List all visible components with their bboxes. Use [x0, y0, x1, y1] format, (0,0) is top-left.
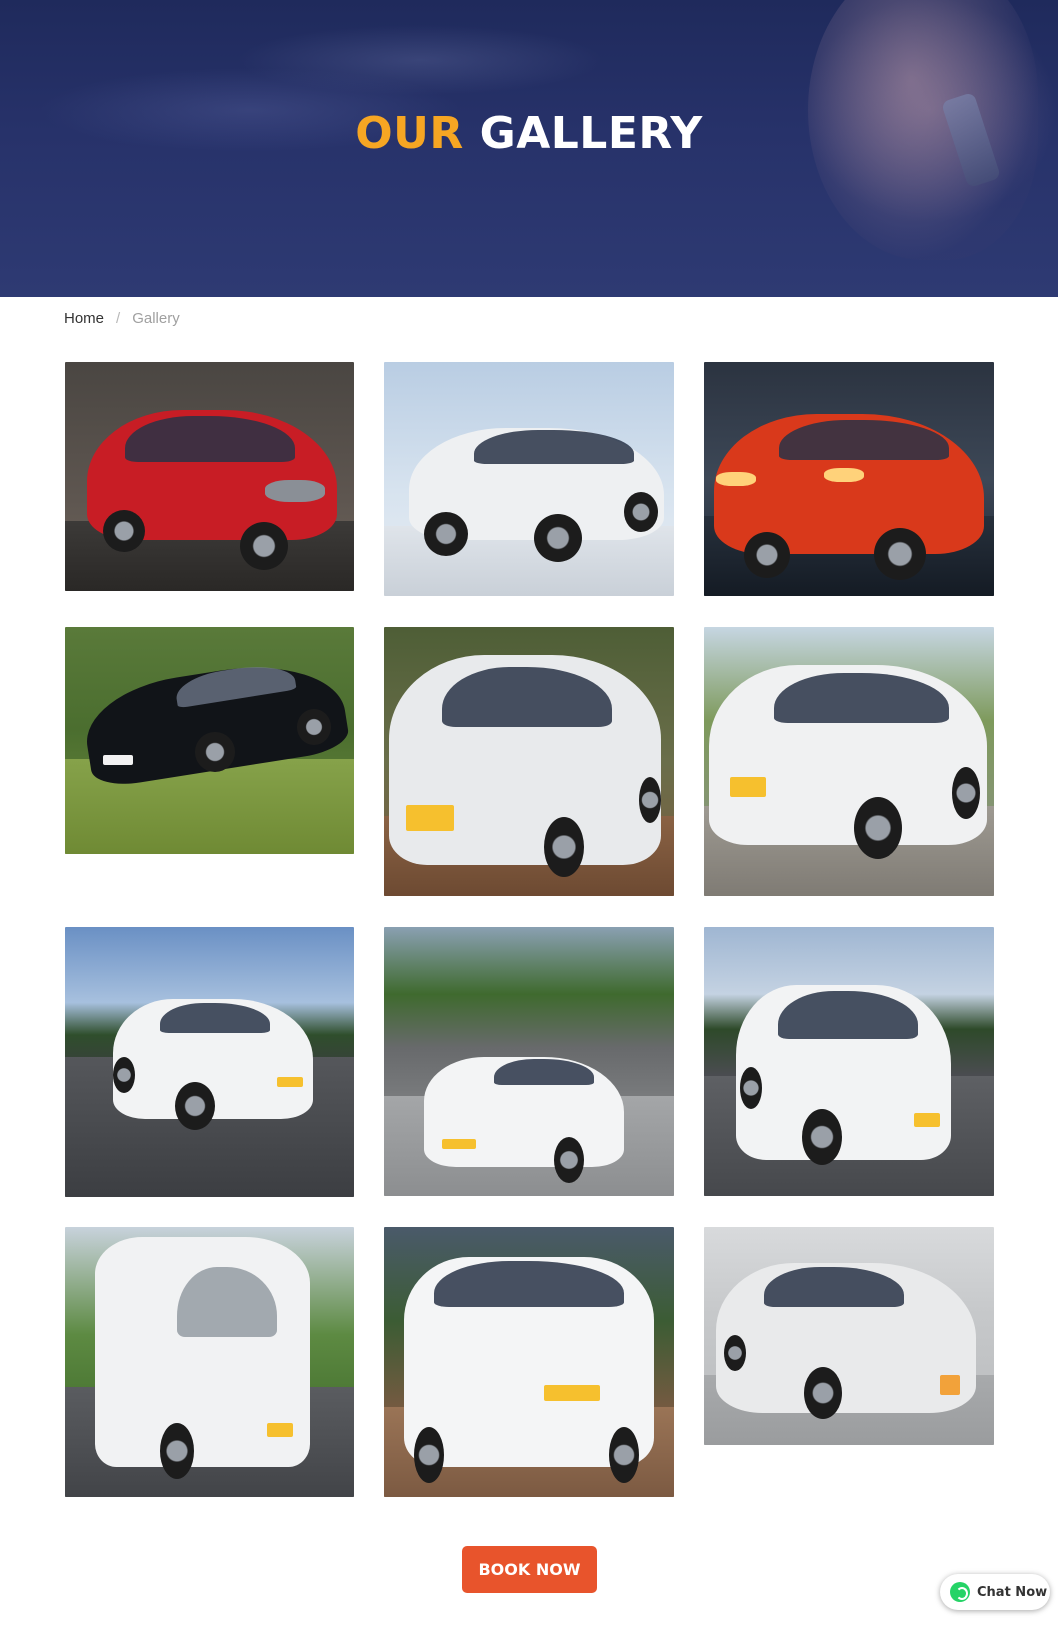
gallery-image[interactable] [65, 927, 354, 1197]
whatsapp-icon [950, 1582, 970, 1602]
gallery-image[interactable] [704, 362, 994, 596]
gallery-image[interactable] [65, 627, 354, 854]
breadcrumb-current: Gallery [132, 310, 180, 327]
gallery-image[interactable] [704, 627, 994, 896]
hero-banner: OUR GALLERY [0, 0, 1058, 297]
page-title-main: GALLERY [479, 108, 703, 159]
book-now-button[interactable]: BOOK NOW [462, 1546, 597, 1593]
gallery-image[interactable] [384, 627, 674, 896]
gallery-image[interactable] [704, 1227, 994, 1445]
page-title-accent: OUR [355, 108, 464, 159]
gallery-image[interactable] [384, 927, 674, 1196]
gallery-image[interactable] [384, 1227, 674, 1497]
gallery-image[interactable] [704, 927, 994, 1196]
breadcrumb-separator: / [116, 310, 121, 327]
breadcrumb: Home / Gallery [64, 310, 180, 327]
chat-now-label: Chat Now [977, 1584, 1048, 1600]
breadcrumb-home-link[interactable]: Home [64, 310, 104, 327]
gallery-image[interactable] [384, 362, 674, 596]
chat-now-widget[interactable]: Chat Now [940, 1574, 1050, 1610]
gallery-image[interactable] [65, 362, 354, 591]
page-title: OUR GALLERY [0, 108, 1058, 159]
gallery-image[interactable] [65, 1227, 354, 1497]
